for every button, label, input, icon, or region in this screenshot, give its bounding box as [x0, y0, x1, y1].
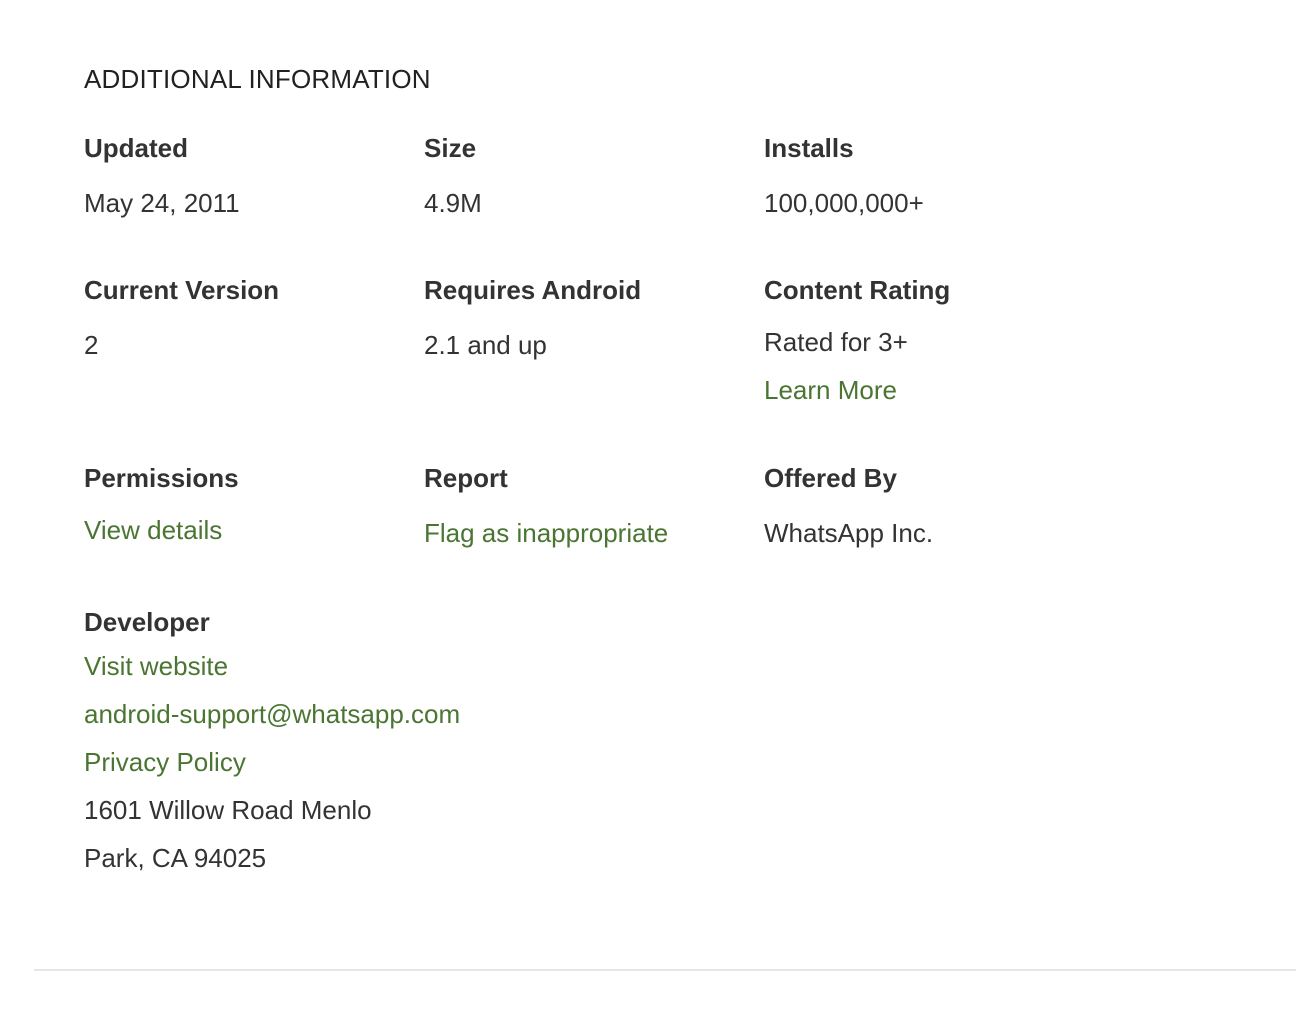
- report-label: Report: [424, 463, 508, 493]
- current-version-label: Current Version: [84, 275, 280, 305]
- offered-by-item: Offered By WhatsApp Inc.: [764, 462, 1084, 549]
- size-label: Size: [424, 133, 477, 163]
- developer-label: Developer: [84, 607, 210, 637]
- size-value: 4.9M: [424, 188, 482, 218]
- updated-value: May 24, 2011: [84, 188, 240, 218]
- learn-more-link[interactable]: Learn More: [764, 374, 1084, 406]
- installs-value: 100,000,000+: [764, 188, 924, 218]
- installs-item: Installs 100,000,000+: [764, 132, 1084, 219]
- view-details-link[interactable]: View details: [84, 514, 404, 546]
- requires-android-item: Requires Android 2.1 and up: [424, 274, 744, 361]
- visit-website-link[interactable]: Visit website: [84, 642, 584, 690]
- developer-item: Developer Visit website android-support@…: [84, 606, 584, 882]
- developer-address-line2: Park, CA 94025: [84, 843, 267, 873]
- offered-by-label: Offered By: [764, 463, 897, 493]
- flag-inappropriate-link[interactable]: Flag as inappropriate: [424, 517, 764, 549]
- installs-label: Installs: [764, 133, 854, 163]
- permissions-label: Permissions: [84, 463, 239, 493]
- developer-details: Visit website android-support@whatsapp.c…: [84, 642, 584, 882]
- additional-information-section: ADDITIONAL INFORMATION Updated May 24, 2…: [0, 0, 1296, 1010]
- developer-address-line1: 1601 Willow Road Menlo: [84, 795, 372, 825]
- section-divider: [34, 969, 1296, 971]
- content-rating-item: Content Rating Rated for 3+ Learn More: [764, 274, 1084, 406]
- updated-item: Updated May 24, 2011: [84, 132, 404, 219]
- content-rating-label: Content Rating: [764, 275, 951, 305]
- privacy-policy-link[interactable]: Privacy Policy: [84, 738, 584, 786]
- section-title: ADDITIONAL INFORMATION: [84, 64, 431, 94]
- updated-label: Updated: [84, 133, 188, 163]
- content-rating-value: Rated for 3+: [764, 327, 908, 357]
- requires-android-value: 2.1 and up: [424, 330, 547, 360]
- offered-by-value: WhatsApp Inc.: [764, 518, 934, 548]
- size-item: Size 4.9M: [424, 132, 744, 219]
- permissions-item: Permissions View details: [84, 462, 404, 546]
- current-version-value: 2: [84, 330, 99, 360]
- requires-android-label: Requires Android: [424, 275, 642, 305]
- developer-email-link[interactable]: android-support@whatsapp.com: [84, 690, 584, 738]
- report-item: Report Flag as inappropriate: [424, 462, 764, 549]
- current-version-item: Current Version 2: [84, 274, 404, 361]
